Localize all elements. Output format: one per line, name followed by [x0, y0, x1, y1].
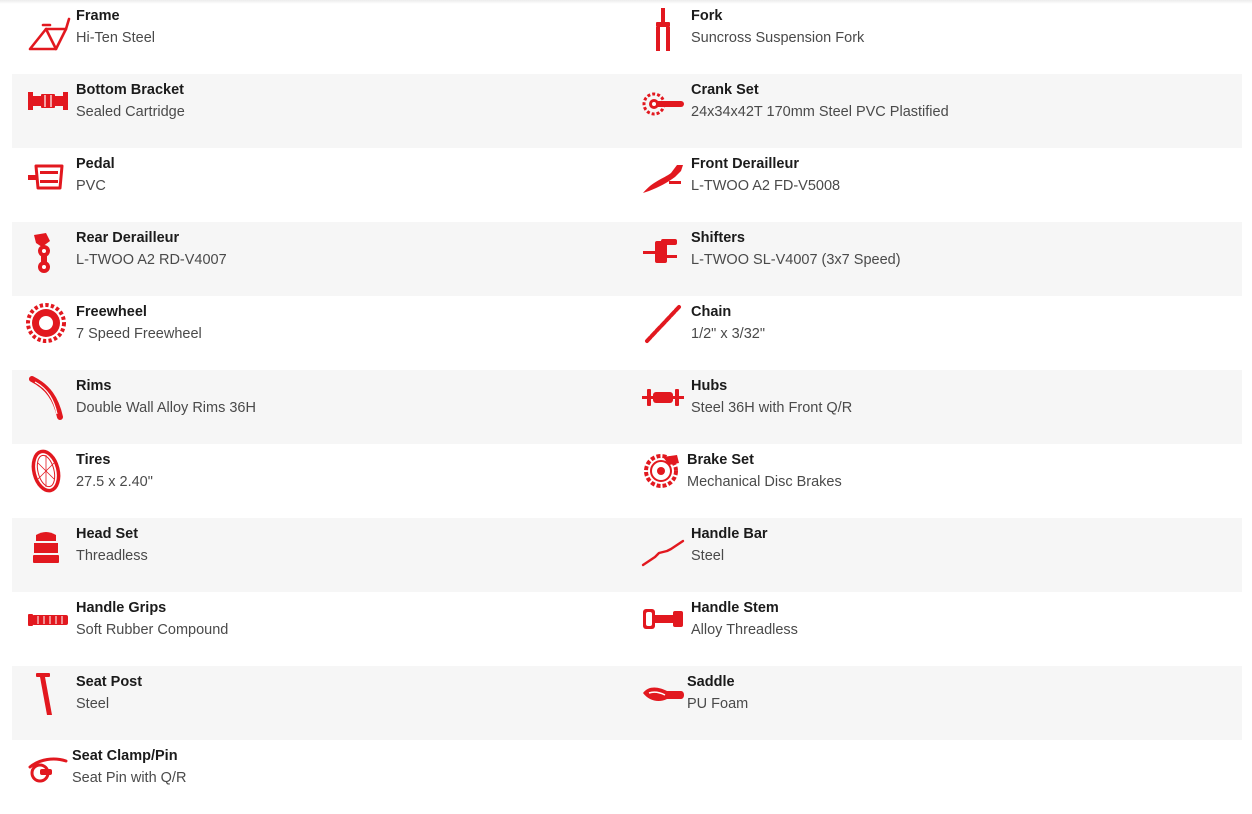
- spec-item-tires: Tires 27.5 x 2.40": [12, 444, 627, 518]
- spec-name: Frame: [76, 8, 120, 24]
- spec-item-seat-post: Seat Post Steel: [12, 666, 627, 740]
- spec-value: Steel: [691, 548, 725, 564]
- head-set-icon: [26, 521, 70, 569]
- spec-item-crank-set: Crank Set 24x34x42T 170mm Steel PVC Plas…: [627, 74, 1242, 148]
- shifters-icon: [641, 225, 685, 273]
- spec-item-front-derailleur: Front Derailleur L-TWOO A2 FD-V5008: [627, 148, 1242, 222]
- spec-item-bottom-bracket: Bottom Bracket Sealed Cartridge: [12, 74, 627, 148]
- spec-value: 1/2" x 3/32": [691, 326, 765, 342]
- spec-item-frame: Frame Hi-Ten Steel: [12, 0, 627, 74]
- spec-value: 7 Speed Freewheel: [76, 326, 202, 342]
- spec-item-handle-stem: Handle Stem Alloy Threadless: [627, 592, 1242, 666]
- spec-name: Shifters: [691, 230, 745, 246]
- spec-item-hubs: Hubs Steel 36H with Front Q/R: [627, 370, 1242, 444]
- spec-value: Alloy Threadless: [691, 622, 798, 638]
- crank-set-icon: [641, 77, 685, 125]
- spec-value: Double Wall Alloy Rims 36H: [76, 400, 256, 416]
- spec-name: Bottom Bracket: [76, 82, 184, 98]
- saddle-icon: [641, 669, 685, 717]
- spec-value: PU Foam: [687, 696, 749, 712]
- spec-value: Seat Pin with Q/R: [72, 770, 187, 786]
- spec-name: Freewheel: [76, 304, 147, 320]
- hubs-icon: [641, 373, 685, 421]
- spec-item-head-set: Head Set Threadless: [12, 518, 627, 592]
- spec-item-saddle: Saddle PU Foam: [627, 666, 1242, 740]
- spec-name: Seat Post: [76, 674, 143, 690]
- spec-item-brake-set: Brake Set Mechanical Disc Brakes: [627, 444, 1242, 518]
- spec-item-shifters: Shifters L-TWOO SL-V4007 (3x7 Speed): [627, 222, 1242, 296]
- spec-name: Tires: [76, 452, 111, 468]
- spec-item-handle-bar: Handle Bar Steel: [627, 518, 1242, 592]
- rear-derailleur-icon: [26, 225, 70, 273]
- spec-value: Hi-Ten Steel: [76, 30, 155, 46]
- freewheel-icon: [26, 299, 70, 347]
- spec-value: Sealed Cartridge: [76, 104, 185, 120]
- handle-stem-icon: [641, 595, 685, 643]
- frame-icon: [26, 3, 71, 51]
- seat-clamp-icon: [26, 743, 70, 791]
- spec-name: Brake Set: [687, 452, 754, 468]
- spec-value: Mechanical Disc Brakes: [687, 474, 842, 490]
- spec-value: Soft Rubber Compound: [76, 622, 229, 638]
- spec-name: Crank Set: [691, 82, 759, 98]
- spec-name: Saddle: [687, 674, 735, 690]
- spec-name: Rims: [76, 378, 112, 394]
- spec-item-rear-derailleur: Rear Derailleur L-TWOO A2 RD-V4007: [12, 222, 627, 296]
- tires-icon: [26, 447, 70, 495]
- spec-item-chain: Chain 1/2" x 3/32": [627, 296, 1242, 370]
- spec-name: Hubs: [691, 378, 728, 394]
- front-derailleur-icon: [641, 151, 685, 199]
- spec-item-rims: Rims Double Wall Alloy Rims 36H: [12, 370, 627, 444]
- handle-bar-icon: [641, 521, 685, 569]
- spec-value: 24x34x42T 170mm Steel PVC Plastified: [691, 104, 949, 120]
- handle-grips-icon: [26, 595, 70, 643]
- spec-value: L-TWOO A2 RD-V4007: [76, 252, 227, 268]
- spec-item-fork: Fork Suncross Suspension Fork: [627, 0, 1242, 74]
- spec-value: Steel: [76, 696, 110, 712]
- fork-icon: [641, 3, 685, 51]
- spec-name: Handle Bar: [691, 526, 768, 542]
- spec-item-seat-clamp: Seat Clamp/Pin Seat Pin with Q/R: [12, 740, 627, 814]
- bottom-bracket-icon: [26, 77, 70, 125]
- spec-item-pedal: Pedal PVC: [12, 148, 627, 222]
- spec-value: Steel 36H with Front Q/R: [691, 400, 853, 416]
- spec-item-handle-grips: Handle Grips Soft Rubber Compound: [12, 592, 627, 666]
- chain-icon: [641, 299, 685, 347]
- spec-value: 27.5 x 2.40": [76, 474, 153, 490]
- spec-name: Pedal: [76, 156, 115, 172]
- spec-name: Chain: [691, 304, 732, 320]
- spec-name: Seat Clamp/Pin: [72, 748, 178, 764]
- spec-name: Head Set: [76, 526, 139, 542]
- spec-name: Handle Grips: [76, 600, 167, 616]
- spec-value: Threadless: [76, 548, 148, 564]
- spec-value: PVC: [76, 178, 106, 194]
- spec-value: L-TWOO SL-V4007 (3x7 Speed): [691, 252, 901, 268]
- spec-grid: Frame Hi-Ten Steel Fork Suncross Suspens…: [12, 0, 1242, 814]
- spec-name: Rear Derailleur: [76, 230, 180, 246]
- spec-name: Fork: [691, 8, 723, 24]
- rims-icon: [26, 373, 70, 421]
- seat-post-icon: [26, 669, 70, 717]
- spec-value: L-TWOO A2 FD-V5008: [691, 178, 841, 194]
- brake-set-icon: [641, 447, 685, 495]
- spec-name: Handle Stem: [691, 600, 779, 616]
- spec-name: Front Derailleur: [691, 156, 799, 172]
- spec-item-freewheel: Freewheel 7 Speed Freewheel: [12, 296, 627, 370]
- pedal-icon: [26, 151, 70, 199]
- spec-value: Suncross Suspension Fork: [691, 30, 865, 46]
